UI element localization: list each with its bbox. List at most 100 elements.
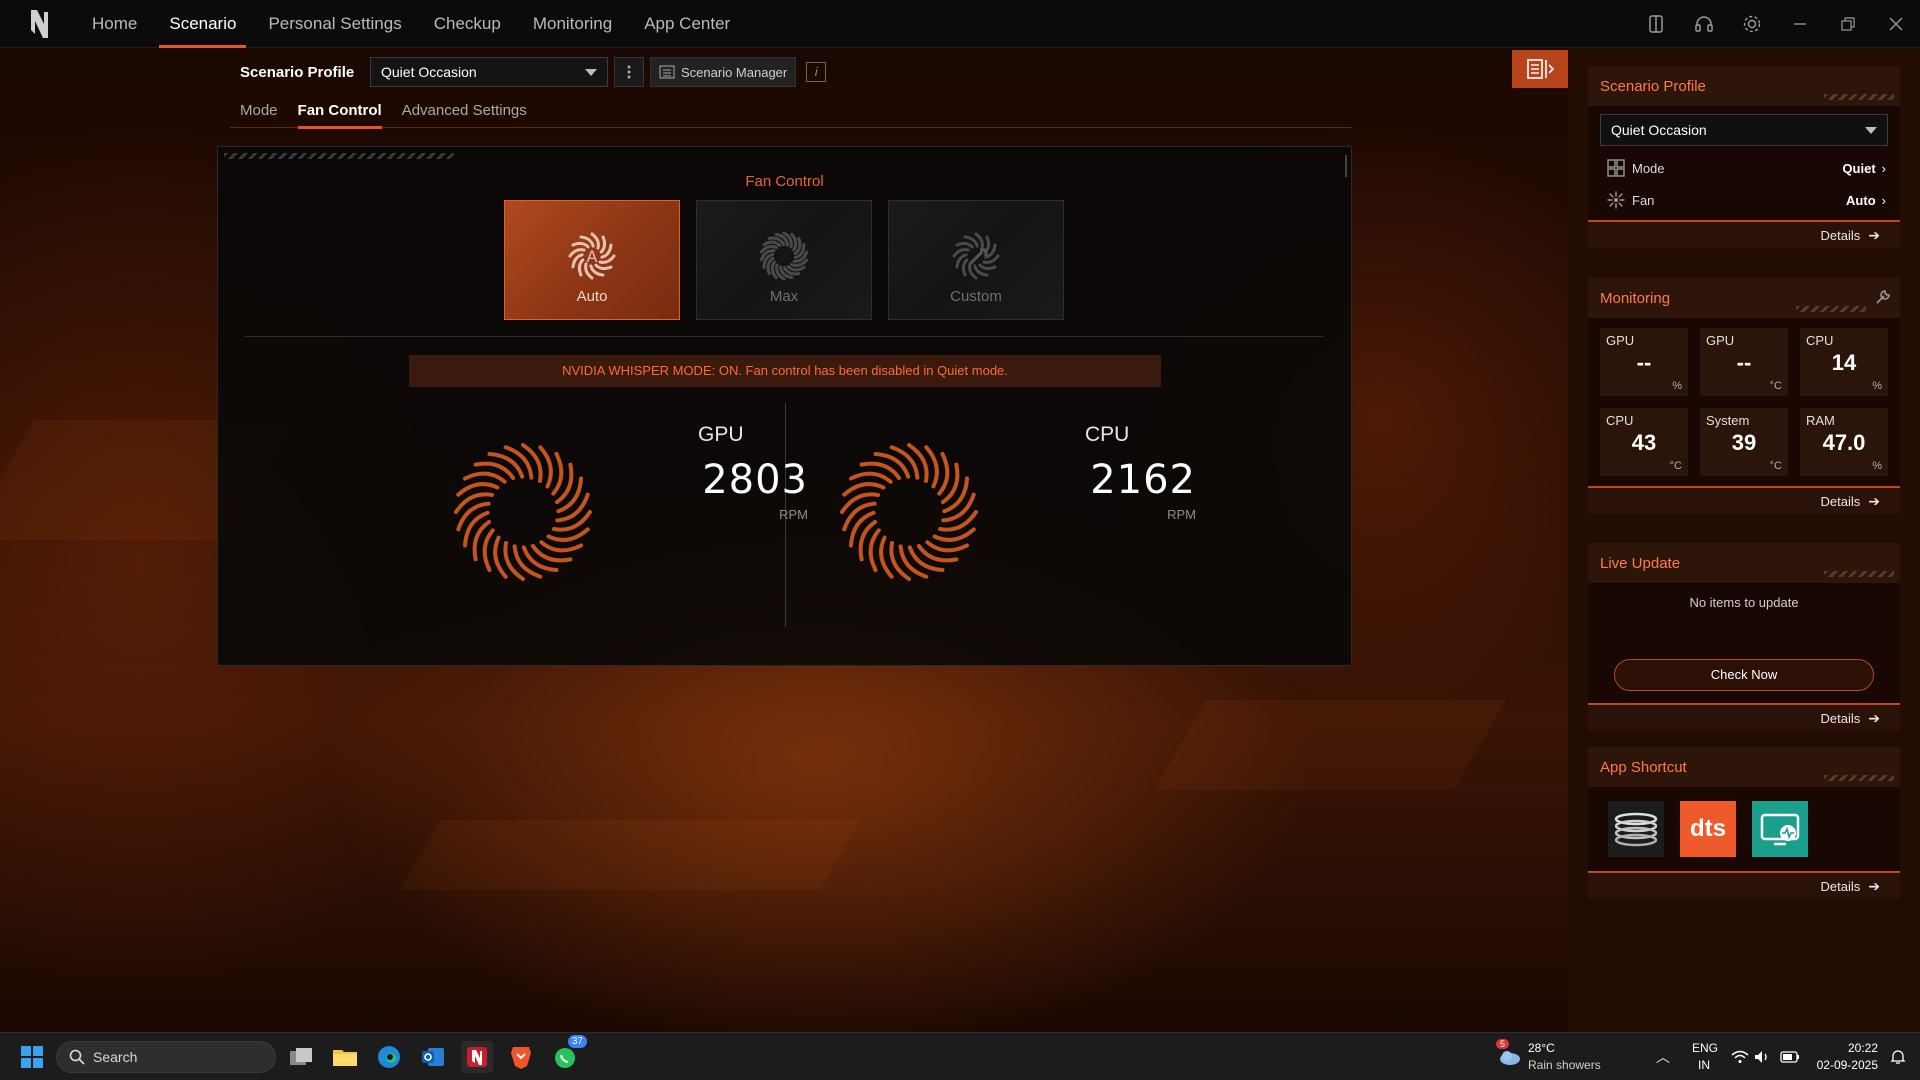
- gear-icon[interactable]: [1728, 0, 1776, 48]
- nav-scenario[interactable]: Scenario: [153, 0, 252, 48]
- scenario-profile-details-link[interactable]: Details ➔: [1588, 220, 1900, 248]
- headset-icon[interactable]: [1680, 0, 1728, 48]
- clock-date[interactable]: 02-09-2025: [1812, 1058, 1878, 1072]
- live-update-body: No items to update Check Now: [1588, 583, 1900, 703]
- monitor-gpu-temp: GPU -- °C: [1700, 328, 1788, 396]
- top-nav-bar: Home Scenario Personal Settings Checkup …: [0, 0, 1920, 48]
- minimize-icon[interactable]: [1776, 0, 1824, 48]
- app-shortcut-details-link[interactable]: Details ➔: [1588, 871, 1900, 899]
- app-logo-icon[interactable]: [22, 6, 58, 42]
- nav-monitoring[interactable]: Monitoring: [517, 0, 628, 48]
- monitor-value: 43: [1631, 430, 1657, 455]
- monitor-name: GPU: [1606, 333, 1635, 348]
- sidebar-profile-value: Quiet Occasion: [1611, 122, 1707, 138]
- fan-mode-auto-button[interactable]: A Auto: [504, 200, 680, 320]
- nav-personal-settings[interactable]: Personal Settings: [252, 0, 417, 48]
- whisper-mode-warning: NVIDIA WHISPER MODE: ON. Fan control has…: [409, 355, 1161, 387]
- nav-app-center[interactable]: App Center: [628, 0, 746, 48]
- book-icon[interactable]: [1632, 0, 1680, 48]
- gpu-fan-rpm: 2803: [702, 457, 808, 503]
- nav-checkup[interactable]: Checkup: [418, 0, 517, 48]
- tray-chevron-up-icon[interactable]: ︿: [1656, 1047, 1670, 1067]
- monitoring-card-label: Monitoring: [1600, 289, 1671, 307]
- scenario-manager-label: Scenario Manager: [681, 64, 788, 80]
- monitor-gpu-usage: GPU -- %: [1600, 328, 1688, 396]
- clock-time[interactable]: 20:22: [1828, 1041, 1878, 1055]
- tab-advanced-settings[interactable]: Advanced Settings: [392, 98, 537, 128]
- monitor-value: --: [1736, 350, 1752, 375]
- search-placeholder: Search: [93, 1049, 138, 1065]
- monitor-unit: °C: [1669, 460, 1682, 472]
- cpu-fan-rpm: 2162: [1090, 457, 1196, 503]
- monitoring-details-link[interactable]: Details ➔: [1588, 486, 1900, 514]
- battery-icon[interactable]: [1774, 1041, 1806, 1073]
- fan-auto-icon: A: [568, 232, 616, 280]
- sidebar-mode-row[interactable]: Mode Quiet ›: [1588, 152, 1900, 184]
- edge-browser-icon[interactable]: [373, 1041, 405, 1073]
- restore-icon[interactable]: [1824, 0, 1872, 48]
- app-shortcut-card-title: App Shortcut: [1588, 747, 1900, 787]
- wrench-icon[interactable]: [1874, 288, 1892, 306]
- monitoring-grid: GPU -- % GPU -- °C CPU 14 % CPU 43 °C Sy…: [1588, 318, 1900, 486]
- more-options-button[interactable]: [614, 57, 644, 87]
- weather-badge: 5: [1496, 1039, 1510, 1049]
- scenario-profile-dropdown[interactable]: Quiet Occasion: [370, 57, 608, 87]
- close-icon[interactable]: [1872, 0, 1920, 48]
- tab-mode[interactable]: Mode: [230, 98, 288, 128]
- monitor-app-icon[interactable]: [1752, 801, 1808, 857]
- scenario-subtabs: Mode Fan Control Advanced Settings: [230, 98, 1352, 129]
- task-view-icon[interactable]: [285, 1041, 317, 1073]
- cpu-fan-unit: RPM: [1167, 507, 1196, 522]
- windows-start-icon[interactable]: [16, 1041, 48, 1073]
- coil-app-icon[interactable]: [1608, 801, 1664, 857]
- fan-mode-auto-label: Auto: [576, 288, 608, 305]
- cpu-fan-graphic: [840, 443, 978, 581]
- sidebar-profile-dropdown[interactable]: Quiet Occasion: [1600, 114, 1888, 146]
- search-icon: [69, 1049, 85, 1065]
- tab-fan-control[interactable]: Fan Control: [288, 98, 392, 129]
- details-label: Details: [1820, 493, 1861, 509]
- fan-mode-custom-button[interactable]: Custom: [888, 200, 1064, 320]
- live-update-message: No items to update: [1689, 595, 1799, 610]
- arrow-right-icon: ➔: [1868, 709, 1880, 726]
- notification-bell-icon[interactable]: [1882, 1041, 1914, 1073]
- file-explorer-icon[interactable]: [329, 1041, 361, 1073]
- weather-icon[interactable]: 5: [1494, 1039, 1526, 1073]
- weather-desc: Rain showers: [1528, 1058, 1601, 1072]
- taskbar-search-input[interactable]: Search: [56, 1041, 276, 1073]
- fan-mode-custom-label: Custom: [950, 288, 1002, 305]
- hatch-decoration: [1796, 306, 1866, 312]
- info-icon[interactable]: i: [806, 62, 827, 82]
- gpu-fan-unit: RPM: [779, 507, 808, 522]
- live-update-card-title: Live Update: [1588, 543, 1900, 583]
- sidebar-fan-row[interactable]: Fan Auto ›: [1588, 184, 1900, 216]
- hatch-decoration: [1824, 775, 1894, 781]
- fan-max-icon: [759, 231, 809, 281]
- whatsapp-icon[interactable]: 37: [549, 1035, 587, 1073]
- fan-mode-max-button[interactable]: Max: [696, 200, 872, 320]
- check-now-button[interactable]: Check Now: [1614, 659, 1874, 691]
- dts-app-icon[interactable]: dts: [1680, 801, 1736, 857]
- monitor-cpu-temp: CPU 43 °C: [1600, 408, 1688, 476]
- scenario-profile-card: Scenario Profile Quiet Occasion Mode Qui…: [1588, 66, 1900, 248]
- language-indicator-bottom[interactable]: IN: [1698, 1058, 1710, 1072]
- live-update-details-link[interactable]: Details ➔: [1588, 703, 1900, 731]
- hatch-decoration: [1824, 571, 1894, 577]
- monitor-name: RAM: [1806, 413, 1835, 428]
- gpu-fan-name: GPU: [698, 423, 744, 446]
- nitrosense-taskbar-icon[interactable]: [461, 1041, 493, 1073]
- scenario-profile-value: Quiet Occasion: [381, 64, 477, 80]
- monitor-unit: %: [1872, 460, 1882, 472]
- nav-home[interactable]: Home: [76, 0, 153, 48]
- monitor-value: 47.0: [1822, 430, 1866, 455]
- monitoring-card-title: Monitoring: [1588, 278, 1900, 318]
- window-controls: [1632, 0, 1920, 48]
- chevron-down-icon: [1865, 126, 1877, 134]
- language-indicator-top[interactable]: ENG: [1692, 1041, 1718, 1055]
- scenario-manager-button[interactable]: Scenario Manager: [650, 57, 797, 87]
- outlook-icon[interactable]: [417, 1041, 449, 1073]
- collapse-sidebar-button[interactable]: [1512, 50, 1568, 88]
- details-label: Details: [1820, 227, 1861, 243]
- brave-browser-icon[interactable]: [505, 1041, 537, 1073]
- chevron-down-icon: [585, 68, 597, 76]
